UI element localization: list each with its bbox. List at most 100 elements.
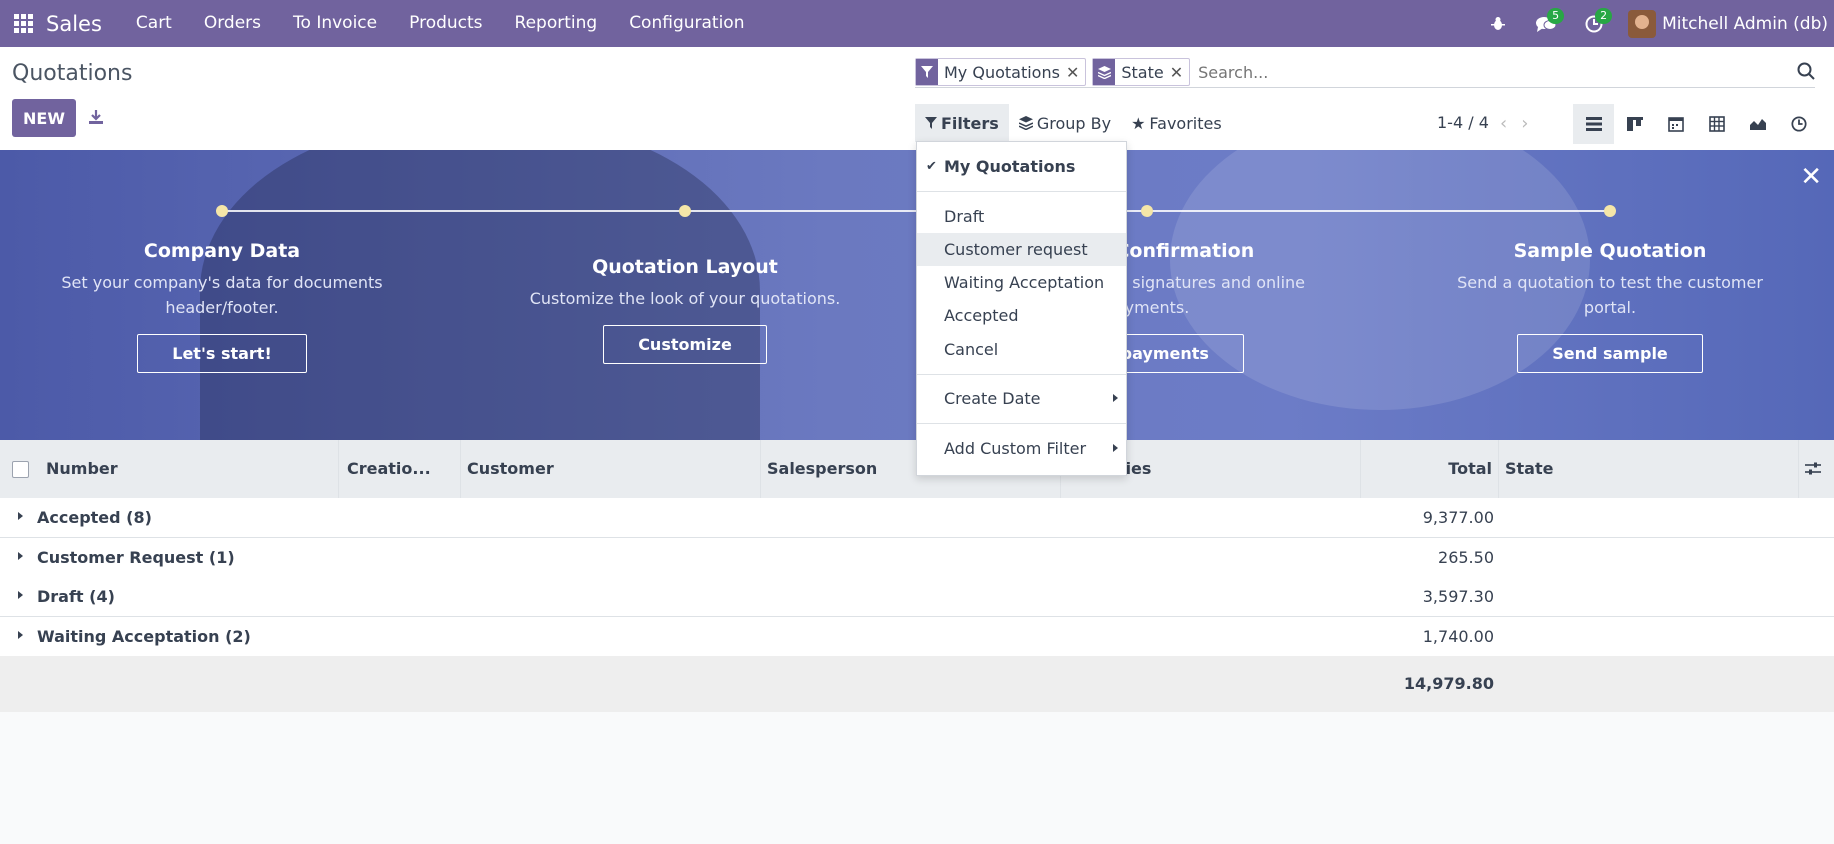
step-desc: Send a quotation to test the customer po…	[1457, 273, 1763, 317]
step-title: Quotation Layout	[592, 256, 778, 278]
optional-columns-icon[interactable]	[1805, 461, 1821, 480]
column-customer[interactable]: Customer	[461, 440, 761, 498]
filter-create-date[interactable]: Create Date	[917, 382, 1126, 415]
customize-button[interactable]: Customize	[603, 325, 767, 364]
control-panel: Quotations NEW My Quotations ✕ State ✕ F…	[0, 47, 1834, 151]
new-button[interactable]: NEW	[12, 99, 76, 137]
group-label: Draft (4)	[37, 587, 115, 606]
layers-icon	[1093, 59, 1116, 85]
column-number[interactable]: Number	[40, 440, 339, 498]
step-title: Company Data	[143, 240, 301, 262]
activities-badge: 2	[1595, 8, 1613, 24]
list-view-icon[interactable]	[1573, 104, 1614, 144]
column-state[interactable]: State	[1499, 440, 1799, 498]
group-total: 3,597.30	[1422, 587, 1494, 606]
filter-icon	[916, 59, 938, 85]
filter-customer-request[interactable]: Customer request	[917, 233, 1126, 266]
filter-icon	[925, 117, 937, 129]
grand-total: 14,979.80	[1403, 674, 1494, 693]
group-label: Waiting Acceptation (2)	[37, 627, 251, 646]
page-title: Quotations	[12, 61, 133, 86]
step-quotation-layout: Quotation Layout Customize the look of y…	[515, 256, 855, 364]
close-icon[interactable]: ✕	[1170, 63, 1189, 82]
step-dot	[216, 205, 228, 217]
favorites-toggle[interactable]: ★ Favorites	[1121, 104, 1232, 142]
send-sample-button[interactable]: Send sample	[1517, 334, 1703, 373]
filter-draft[interactable]: Draft	[917, 200, 1126, 233]
menu-reporting[interactable]: Reporting	[499, 0, 614, 47]
download-icon[interactable]	[88, 109, 104, 129]
column-creation-date[interactable]: Creatio...	[341, 440, 461, 498]
activities-button[interactable]: 2	[1570, 0, 1618, 47]
group-total: 9,377.00	[1422, 508, 1494, 527]
filter-my-quotations[interactable]: ✔ My Quotations	[917, 150, 1126, 183]
graph-view-icon[interactable]	[1737, 104, 1778, 144]
star-icon: ★	[1131, 113, 1146, 133]
top-navbar: Sales Cart Orders To Invoice Products Re…	[0, 0, 1834, 47]
close-icon[interactable]: ✕	[1066, 63, 1085, 82]
user-name: Mitchell Admin (db)	[1662, 13, 1828, 34]
table-row[interactable]: Waiting Acceptation (2) 1,740.00	[0, 617, 1834, 657]
step-title: Sample Quotation	[1513, 240, 1707, 262]
filter-accepted[interactable]: Accepted	[917, 299, 1126, 332]
check-icon: ✔	[926, 159, 937, 174]
caret-right-icon	[18, 631, 23, 639]
group-label: Accepted (8)	[37, 508, 152, 527]
messages-button[interactable]: 5	[1522, 0, 1570, 47]
table-footer: 14,979.80	[0, 656, 1834, 712]
menu-configuration[interactable]: Configuration	[613, 0, 760, 47]
favorites-label: Favorites	[1149, 113, 1222, 133]
step-company-data: Company Data Set your company's data for…	[52, 240, 392, 373]
close-icon[interactable]: ✕	[1800, 162, 1822, 192]
select-all-checkbox[interactable]	[12, 461, 29, 478]
menu-products[interactable]: Products	[393, 0, 498, 47]
table-row[interactable]: Customer Request (1) 265.50	[0, 538, 1834, 578]
avatar	[1628, 9, 1657, 38]
debug-bug-icon[interactable]	[1474, 0, 1522, 47]
table-row[interactable]: Draft (4) 3,597.30	[0, 577, 1834, 617]
menu-cart[interactable]: Cart	[120, 0, 188, 47]
filters-label: Filters	[941, 113, 999, 133]
step-desc: Customize the look of your quotations.	[529, 289, 841, 308]
filters-toggle[interactable]: Filters	[915, 104, 1009, 142]
filters-dropdown: ✔ My Quotations Draft Customer request W…	[916, 141, 1127, 476]
filter-waiting-acceptation[interactable]: Waiting Acceptation	[917, 266, 1126, 299]
caret-right-icon	[18, 512, 23, 520]
app-menu-button[interactable]	[0, 0, 46, 47]
step-dot	[679, 205, 691, 217]
facet-value: My Quotations	[944, 62, 1060, 82]
group-label: Customer Request (1)	[37, 548, 235, 567]
table-row[interactable]: Accepted (8) 9,377.00	[0, 498, 1834, 538]
pager-value[interactable]: 1-4 / 4	[1437, 113, 1489, 132]
menu-orders[interactable]: Orders	[188, 0, 277, 47]
column-total[interactable]: Total	[1361, 440, 1499, 498]
facet-my-quotations[interactable]: My Quotations ✕	[915, 58, 1087, 86]
menu-to-invoice[interactable]: To Invoice	[277, 0, 393, 47]
kanban-view-icon[interactable]	[1614, 104, 1655, 144]
caret-right-icon	[18, 591, 23, 599]
step-dot	[1141, 205, 1153, 217]
groupby-toggle[interactable]: Group By	[1009, 104, 1121, 142]
search-input[interactable]	[1196, 61, 1815, 83]
apps-grid-icon	[13, 14, 33, 33]
step-sample-quotation: Sample Quotation Send a quotation to tes…	[1440, 240, 1780, 373]
facet-state[interactable]: State ✕	[1092, 58, 1191, 86]
group-total: 265.50	[1438, 548, 1494, 567]
user-menu[interactable]: Mitchell Admin (db)	[1618, 9, 1834, 38]
lets-start-button[interactable]: Let's start!	[137, 334, 307, 373]
app-name[interactable]: Sales	[46, 12, 102, 36]
step-dot	[1604, 205, 1616, 217]
activity-view-icon[interactable]	[1778, 104, 1819, 144]
messages-badge: 5	[1547, 8, 1565, 24]
step-desc: Set your company's data for documents he…	[61, 273, 383, 317]
add-custom-filter[interactable]: Add Custom Filter	[917, 432, 1126, 465]
view-switcher	[1573, 104, 1819, 144]
chevron-right-icon[interactable]: ›	[1521, 113, 1542, 134]
filter-cancel[interactable]: Cancel	[917, 333, 1126, 366]
chevron-left-icon[interactable]: ‹	[1500, 113, 1521, 134]
caret-right-icon	[1113, 394, 1118, 402]
calendar-view-icon[interactable]	[1655, 104, 1696, 144]
pivot-view-icon[interactable]	[1696, 104, 1737, 144]
groupby-label: Group By	[1036, 113, 1112, 133]
search-icon[interactable]	[1797, 62, 1815, 84]
